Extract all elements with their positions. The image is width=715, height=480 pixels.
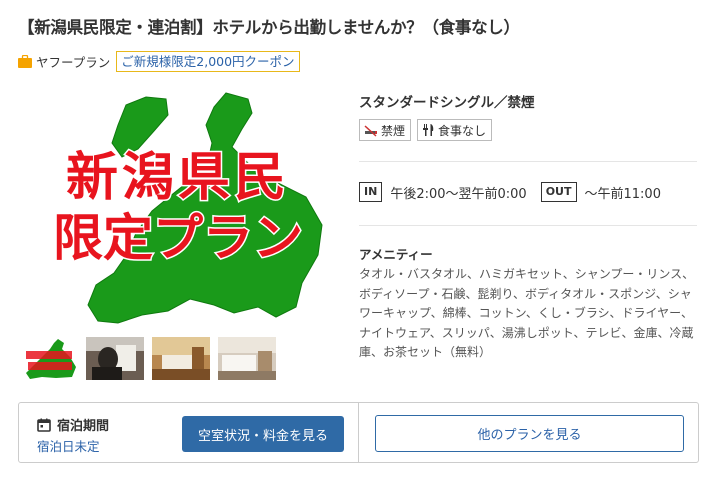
other-plans-button[interactable]: 他のプランを見る (375, 415, 684, 452)
thumbnail-niigata-image (20, 337, 78, 380)
thumbnail-room2[interactable] (218, 337, 276, 380)
thumbnail-room2-image (218, 337, 276, 380)
booking-panel: 宿泊期間 宿泊日未定 空室状況・料金を見る 他のプランを見る (18, 402, 699, 463)
plan-badges: ヤフープラン ご新規様限定2,000円クーポン (18, 51, 300, 72)
booking-divider (358, 403, 359, 462)
amenities-text: タオル・バスタオル、ハミガキセット、シャンプー・リンス、ボディソープ・石鹸、髭剃… (359, 267, 695, 359)
plan-title: 【新潟県民限定・連泊割】ホテルから出勤しませんか？（食事なし） (18, 18, 520, 37)
checkin-in-label: IN (359, 182, 383, 202)
coupon-badge[interactable]: ご新規様限定2,000円クーポン (116, 51, 300, 72)
main-image-text-line1: 新潟県民 (66, 148, 290, 208)
calendar-icon (37, 418, 51, 432)
no-smoking-icon (364, 124, 377, 137)
bag-icon (18, 55, 32, 68)
stay-period-value[interactable]: 宿泊日未定 (37, 436, 100, 455)
check-availability-button[interactable]: 空室状況・料金を見る (182, 416, 344, 452)
tag-non-smoking: 禁煙 (359, 119, 412, 141)
cutlery-icon (423, 124, 434, 136)
thumbnail-working-image (86, 337, 144, 380)
room-tags: 禁煙 食事なし (359, 119, 493, 141)
amenities-title: アメニティー (359, 247, 433, 262)
plan-main-image[interactable]: 新潟県民 限定プラン (18, 85, 338, 330)
tag-non-smoking-label: 禁煙 (381, 123, 406, 138)
stay-period-label: 宿泊期間 (37, 415, 109, 434)
checkout-out-label: OUT (540, 182, 577, 202)
checkin-info: IN 午後2:00〜翌午前0:00 OUT 〜午前11:00 (359, 182, 661, 202)
thumbnail-working[interactable] (86, 337, 144, 380)
yahoo-plan-badge: ヤフープラン (18, 52, 110, 71)
niigata-map-illustration: 新潟県民 限定プラン (52, 92, 323, 324)
checkout-out-time: 〜午前11:00 (584, 186, 661, 202)
tag-no-meals: 食事なし (417, 119, 493, 141)
thumbnail-strip (20, 337, 276, 380)
divider (359, 161, 697, 162)
main-image-text-line2: 限定プラン (53, 209, 303, 267)
thumbnail-room1-image (152, 337, 210, 380)
thumbnail-room1[interactable] (152, 337, 210, 380)
thumbnail-niigata[interactable] (20, 337, 78, 380)
divider (359, 225, 697, 226)
room-name: スタンダードシングル／禁煙 (359, 95, 535, 111)
tag-no-meals-label: 食事なし (438, 123, 487, 138)
plan-badge-label: ヤフープラン (36, 55, 111, 70)
stay-period-label-text: 宿泊期間 (57, 419, 110, 434)
checkin-in-time: 午後2:00〜翌午前0:00 (390, 186, 527, 202)
